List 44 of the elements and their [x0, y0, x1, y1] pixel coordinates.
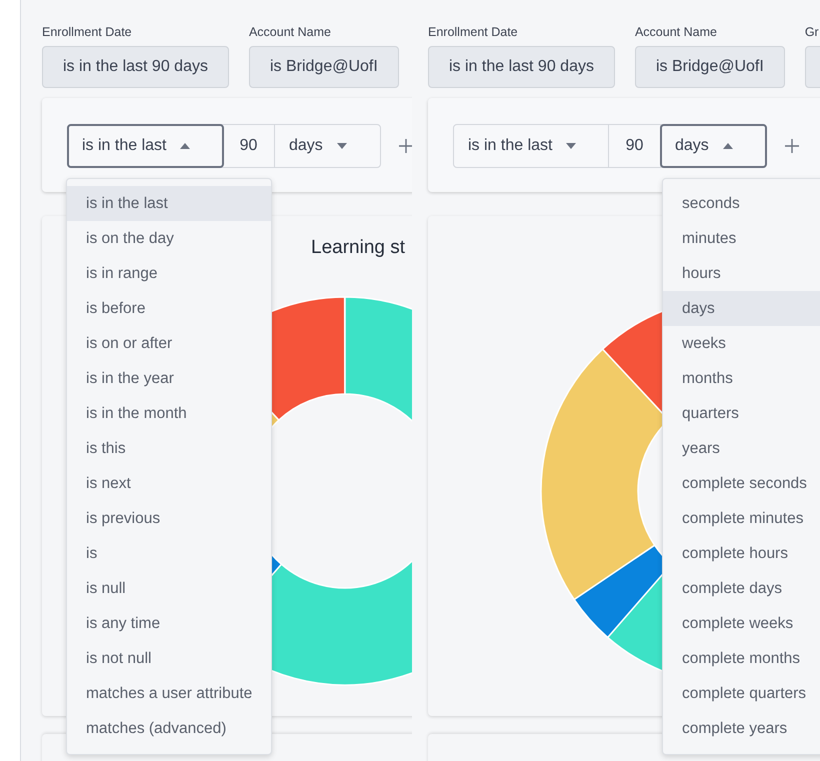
menu-item[interactable]: is any time	[67, 606, 271, 641]
menu-item[interactable]: seconds	[663, 186, 820, 221]
menu-item[interactable]: complete minutes	[663, 501, 820, 536]
menu-item[interactable]: complete years	[663, 711, 820, 746]
filter-chip[interactable]: is in the last 90 days	[42, 46, 229, 88]
menu-item[interactable]: complete months	[663, 641, 820, 676]
filter-label: Gr	[804, 24, 820, 40]
filter-chip[interactable]: is Bridge@UofI	[248, 46, 399, 88]
menu-item[interactable]: is	[67, 536, 271, 571]
filter-label: Account Name	[248, 24, 332, 40]
menu-item[interactable]: is in the year	[67, 361, 271, 396]
menu-item[interactable]: is on the day	[67, 221, 271, 256]
menu-item[interactable]: matches (advanced)	[67, 711, 271, 746]
chart-title: Learning st	[311, 236, 406, 260]
add-icon[interactable]	[399, 139, 412, 153]
menu-item[interactable]: is next	[67, 466, 271, 501]
menu-item[interactable]: days	[663, 291, 820, 326]
menu-item[interactable]: is previous	[67, 501, 271, 536]
filter-chip[interactable]: is Bridge@UofI	[634, 46, 785, 88]
menu-item[interactable]: is this	[67, 431, 271, 466]
menu-item[interactable]: hours	[663, 256, 820, 291]
menu-item[interactable]: matches a user attribute	[67, 676, 271, 711]
filter-label: Enrollment Date	[428, 24, 519, 40]
menu-item[interactable]: is before	[67, 291, 271, 326]
menu-item[interactable]: is in range	[67, 256, 271, 291]
add-icon[interactable]	[785, 139, 799, 153]
menu-item[interactable]: minutes	[663, 221, 820, 256]
menu-item[interactable]: complete quarters	[663, 676, 820, 711]
menu-item[interactable]: is in the month	[67, 396, 271, 431]
menu-item[interactable]: years	[663, 431, 820, 466]
menu-item[interactable]: complete days	[663, 571, 820, 606]
menu-item[interactable]: is on or after	[67, 326, 271, 361]
menu-item[interactable]: complete weeks	[663, 606, 820, 641]
filter-chip[interactable]: is in the last 90 days	[428, 46, 615, 88]
filter-label: Account Name	[634, 24, 718, 40]
menu-item[interactable]: months	[663, 361, 820, 396]
menu-item[interactable]: is null	[67, 571, 271, 606]
filter-label: Enrollment Date	[42, 24, 133, 40]
menu-item[interactable]: is not null	[67, 641, 271, 676]
menu-item[interactable]: complete seconds	[663, 466, 820, 501]
menu-item[interactable]: quarters	[663, 396, 820, 431]
menu-item[interactable]: weeks	[663, 326, 820, 361]
menu-item[interactable]: complete hours	[663, 536, 820, 571]
menu-item[interactable]: is in the last	[67, 186, 271, 221]
